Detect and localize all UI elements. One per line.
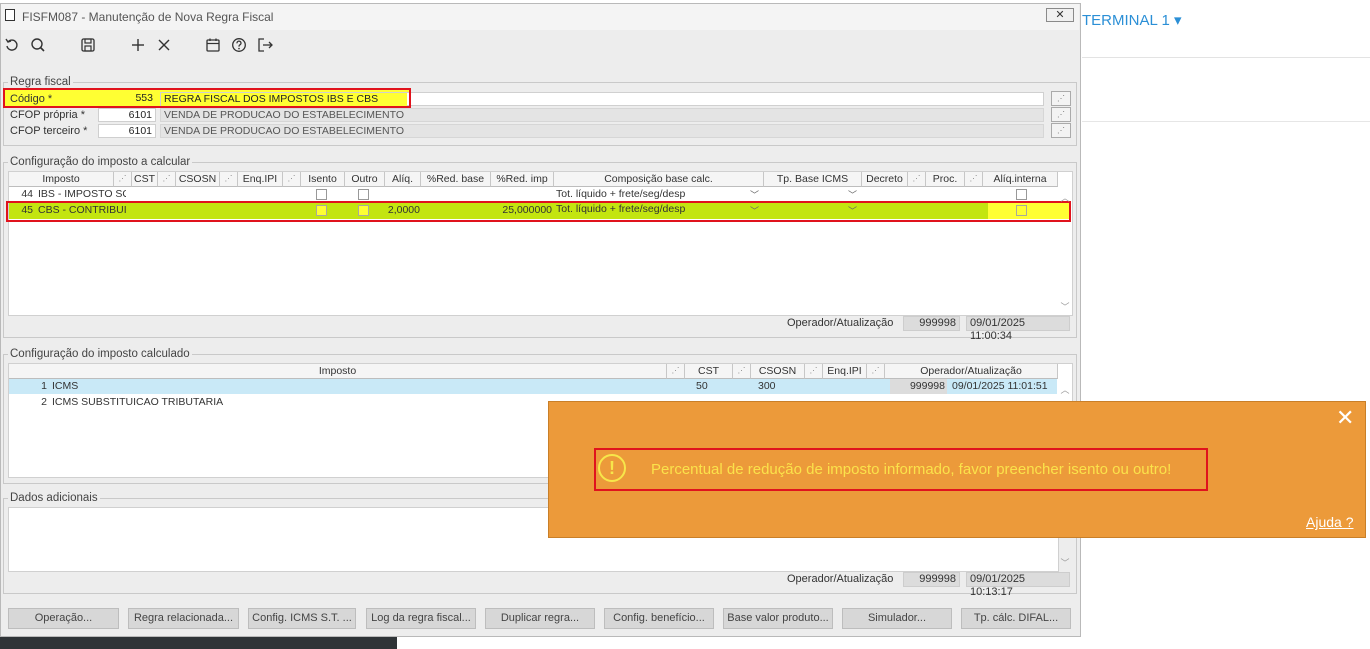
- taskbar-strip: [0, 637, 397, 649]
- calcular-grid[interactable]: Imposto ⋰ CST ⋰ CSOSN ⋰ Enq.IPI ⋰ Isento…: [8, 171, 1073, 316]
- cfop-propria-input[interactable]: 6101: [98, 108, 156, 122]
- row-error-outline: [6, 201, 1071, 222]
- filter-icon[interactable]: ⋰: [158, 172, 176, 187]
- col-cst[interactable]: CST: [132, 172, 158, 187]
- operador-label: Operador/Atualização: [787, 573, 894, 585]
- undo-icon[interactable]: [2, 35, 22, 55]
- col-isento[interactable]: Isento: [301, 172, 345, 187]
- toast-close-icon[interactable]: ✕: [1336, 405, 1354, 431]
- atualizacao-value: 09/01/2025 10:13:17: [966, 572, 1070, 598]
- plus-icon[interactable]: [128, 35, 148, 55]
- col-cst[interactable]: CST: [685, 364, 733, 379]
- toast-message: Percentual de redução de imposto informa…: [651, 461, 1172, 478]
- filter-icon[interactable]: ⋰: [114, 172, 132, 187]
- row-number: 2: [41, 396, 47, 408]
- col-composicao[interactable]: Composição base calc.: [554, 172, 764, 187]
- chevron-down-icon[interactable]: ﹀: [848, 190, 857, 200]
- col-aliq[interactable]: Alíq.: [385, 172, 421, 187]
- config-beneficio-button[interactable]: Config. benefício...: [604, 608, 714, 629]
- scroll-down-icon[interactable]: ﹀: [1059, 300, 1071, 313]
- col-imposto[interactable]: Imposto: [9, 172, 114, 187]
- window-close-button[interactable]: ✕: [1046, 8, 1074, 22]
- codigo-lookup-button[interactable]: ⋰: [1051, 91, 1071, 106]
- filter-icon[interactable]: ⋰: [805, 364, 823, 379]
- operador-value: 999998: [903, 316, 960, 331]
- terminal-selector[interactable]: TERMINAL 1 ▾: [1082, 11, 1182, 29]
- operador-label: Operador/Atualização: [787, 317, 894, 329]
- save-icon[interactable]: [78, 35, 98, 55]
- cfop-terceiro-lookup-button[interactable]: ⋰: [1051, 123, 1071, 138]
- aliq-interna-checkbox[interactable]: [1016, 189, 1027, 200]
- scroll-down-icon[interactable]: ﹀: [1059, 556, 1071, 569]
- col-imposto[interactable]: Imposto: [9, 364, 667, 379]
- col-proc[interactable]: Proc.: [926, 172, 965, 187]
- log-regra-fiscal-button[interactable]: Log da regra fiscal...: [366, 608, 476, 629]
- row-number: 44: [21, 188, 33, 200]
- background-divider: [1082, 121, 1370, 122]
- table-row-imposto[interactable]: ICMS: [52, 379, 652, 394]
- atualizacao-value: 09/01/2025 11:00:34: [966, 316, 1070, 342]
- cfop-terceiro-label: CFOP terceiro *: [10, 125, 88, 137]
- close-icon[interactable]: [154, 35, 174, 55]
- config-calculado-legend: Configuração do imposto calculado: [8, 348, 192, 360]
- window-title: FISFM087 - Manutenção de Nova Regra Fisc…: [22, 10, 274, 24]
- data-cell: 09/01/2025 11:01:51: [952, 380, 1048, 392]
- background-header: [1082, 0, 1370, 58]
- filter-icon[interactable]: ⋰: [867, 364, 885, 379]
- cst-cell[interactable]: 50: [696, 379, 752, 394]
- col-csosn[interactable]: CSOSN: [176, 172, 220, 187]
- regra-fiscal-legend: Regra fiscal: [8, 76, 73, 88]
- col-decreto[interactable]: Decreto: [862, 172, 908, 187]
- filter-icon[interactable]: ⋰: [965, 172, 983, 187]
- codigo-error-outline: [3, 88, 411, 108]
- composicao-select[interactable]: Tot. líquido + frete/seg/desp: [556, 187, 746, 202]
- operador-cell: 999998: [890, 379, 947, 394]
- table-row-imposto[interactable]: IBS - IMPOSTO SO: [38, 187, 126, 202]
- col-operador[interactable]: Operador/Atualização: [885, 364, 1058, 379]
- document-icon: [5, 9, 15, 21]
- config-icms-st-button[interactable]: Config. ICMS S.T. ...: [248, 608, 356, 629]
- col-tp-base-icms[interactable]: Tp. Base ICMS: [764, 172, 862, 187]
- filter-icon[interactable]: ⋰: [667, 364, 685, 379]
- filter-icon[interactable]: ⋰: [220, 172, 238, 187]
- outro-checkbox[interactable]: [358, 189, 369, 200]
- cfop-terceiro-description: VENDA DE PRODUCAO DO ESTABELECIMENTO: [160, 124, 1044, 138]
- simulador-button[interactable]: Simulador...: [842, 608, 952, 629]
- filter-icon[interactable]: ⋰: [283, 172, 301, 187]
- exit-icon[interactable]: [255, 35, 275, 55]
- row-number: 1: [41, 380, 47, 392]
- cfop-propria-description: VENDA DE PRODUCAO DO ESTABELECIMENTO: [160, 108, 1044, 122]
- chevron-down-icon[interactable]: ﹀: [750, 190, 759, 200]
- col-enq-ipi[interactable]: Enq.IPI: [238, 172, 283, 187]
- col-red-base[interactable]: %Red. base: [421, 172, 491, 187]
- col-aliq-interna[interactable]: Alíq.interna: [983, 172, 1058, 187]
- cfop-propria-lookup-button[interactable]: ⋰: [1051, 107, 1071, 122]
- help-icon[interactable]: [229, 35, 249, 55]
- col-red-imp[interactable]: %Red. imp: [491, 172, 554, 187]
- duplicar-regra-button[interactable]: Duplicar regra...: [485, 608, 595, 629]
- filter-icon[interactable]: ⋰: [733, 364, 751, 379]
- scroll-up-icon[interactable]: ︿: [1059, 383, 1071, 396]
- csosn-cell[interactable]: 300: [758, 379, 822, 394]
- dados-adicionais-legend: Dados adicionais: [8, 492, 100, 504]
- toast-help-link[interactable]: Ajuda ?: [1306, 514, 1353, 530]
- operador-value: 999998: [903, 572, 960, 587]
- col-csosn[interactable]: CSOSN: [751, 364, 805, 379]
- warning-icon: !: [598, 454, 626, 482]
- col-outro[interactable]: Outro: [345, 172, 385, 187]
- operacao-button[interactable]: Operação...: [8, 608, 119, 629]
- base-valor-produto-button[interactable]: Base valor produto...: [723, 608, 833, 629]
- isento-checkbox[interactable]: [316, 189, 327, 200]
- search-icon[interactable]: [28, 35, 48, 55]
- calendar-icon[interactable]: [203, 35, 223, 55]
- cfop-propria-label: CFOP própria *: [10, 109, 85, 121]
- filter-icon[interactable]: ⋰: [908, 172, 926, 187]
- scroll-up-icon[interactable]: ︿: [1059, 191, 1071, 204]
- cfop-terceiro-input[interactable]: 6101: [98, 124, 156, 138]
- regra-relacionada-button[interactable]: Regra relacionada...: [128, 608, 239, 629]
- col-enq-ipi[interactable]: Enq.IPI: [823, 364, 867, 379]
- config-calcular-legend: Configuração do imposto a calcular: [8, 156, 193, 168]
- tp-calc-difal-button[interactable]: Tp. cálc. DIFAL...: [961, 608, 1071, 629]
